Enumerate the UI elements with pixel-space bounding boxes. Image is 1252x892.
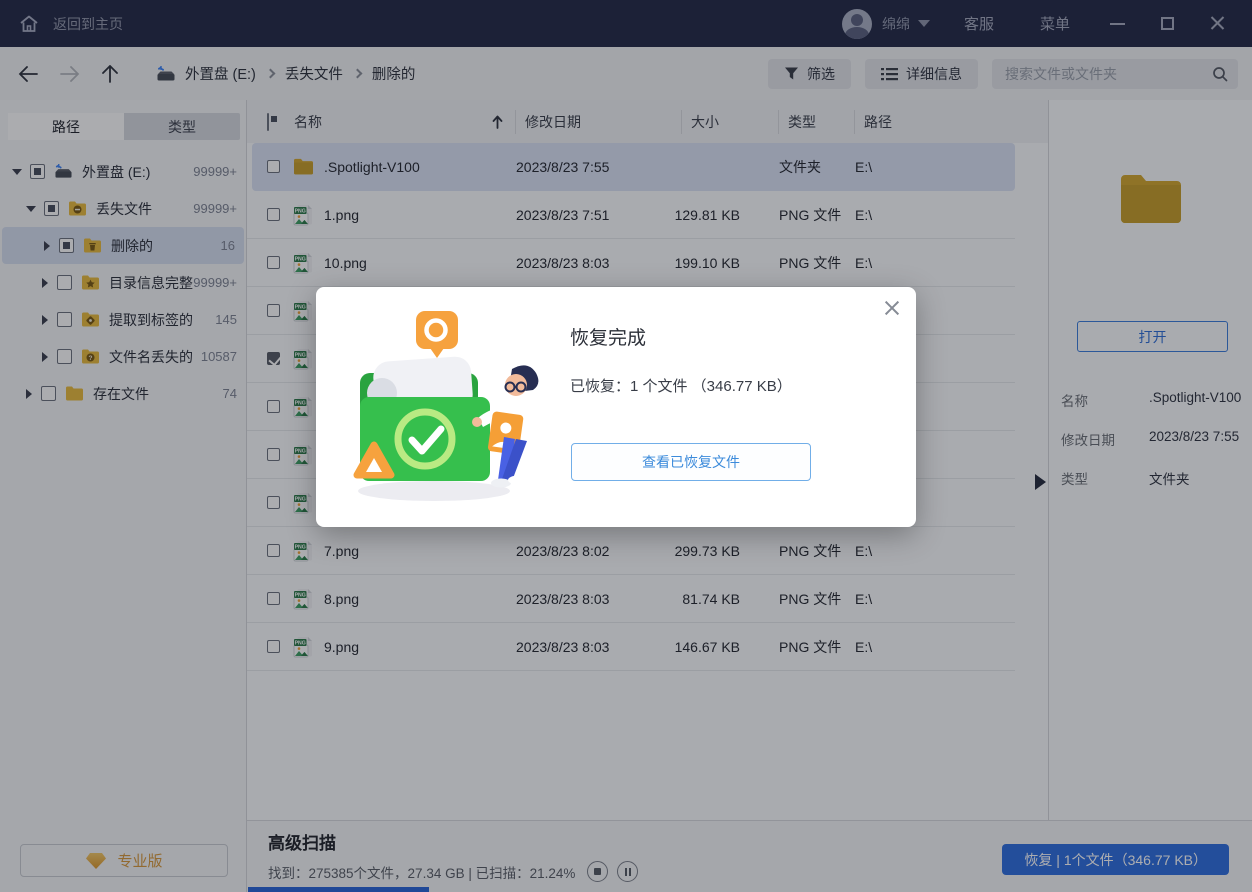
dialog-title: 恢复完成 xyxy=(570,328,647,349)
recovery-success-illustration xyxy=(344,311,549,508)
recovery-complete-dialog: 恢复完成 已恢复：1 个文件 （346.77 KB） 查看已恢复文件 xyxy=(316,287,916,527)
app-window: 返回到主页 绵绵 客服 菜单 外置盘 (E:) 丢失文件 删除的 筛选 详细信息… xyxy=(0,0,1252,892)
dialog-close-button[interactable] xyxy=(884,300,900,316)
dialog-message: 已恢复：1 个文件 （346.77 KB） xyxy=(570,378,792,395)
view-recovered-files-button[interactable]: 查看已恢复文件 xyxy=(571,443,811,481)
